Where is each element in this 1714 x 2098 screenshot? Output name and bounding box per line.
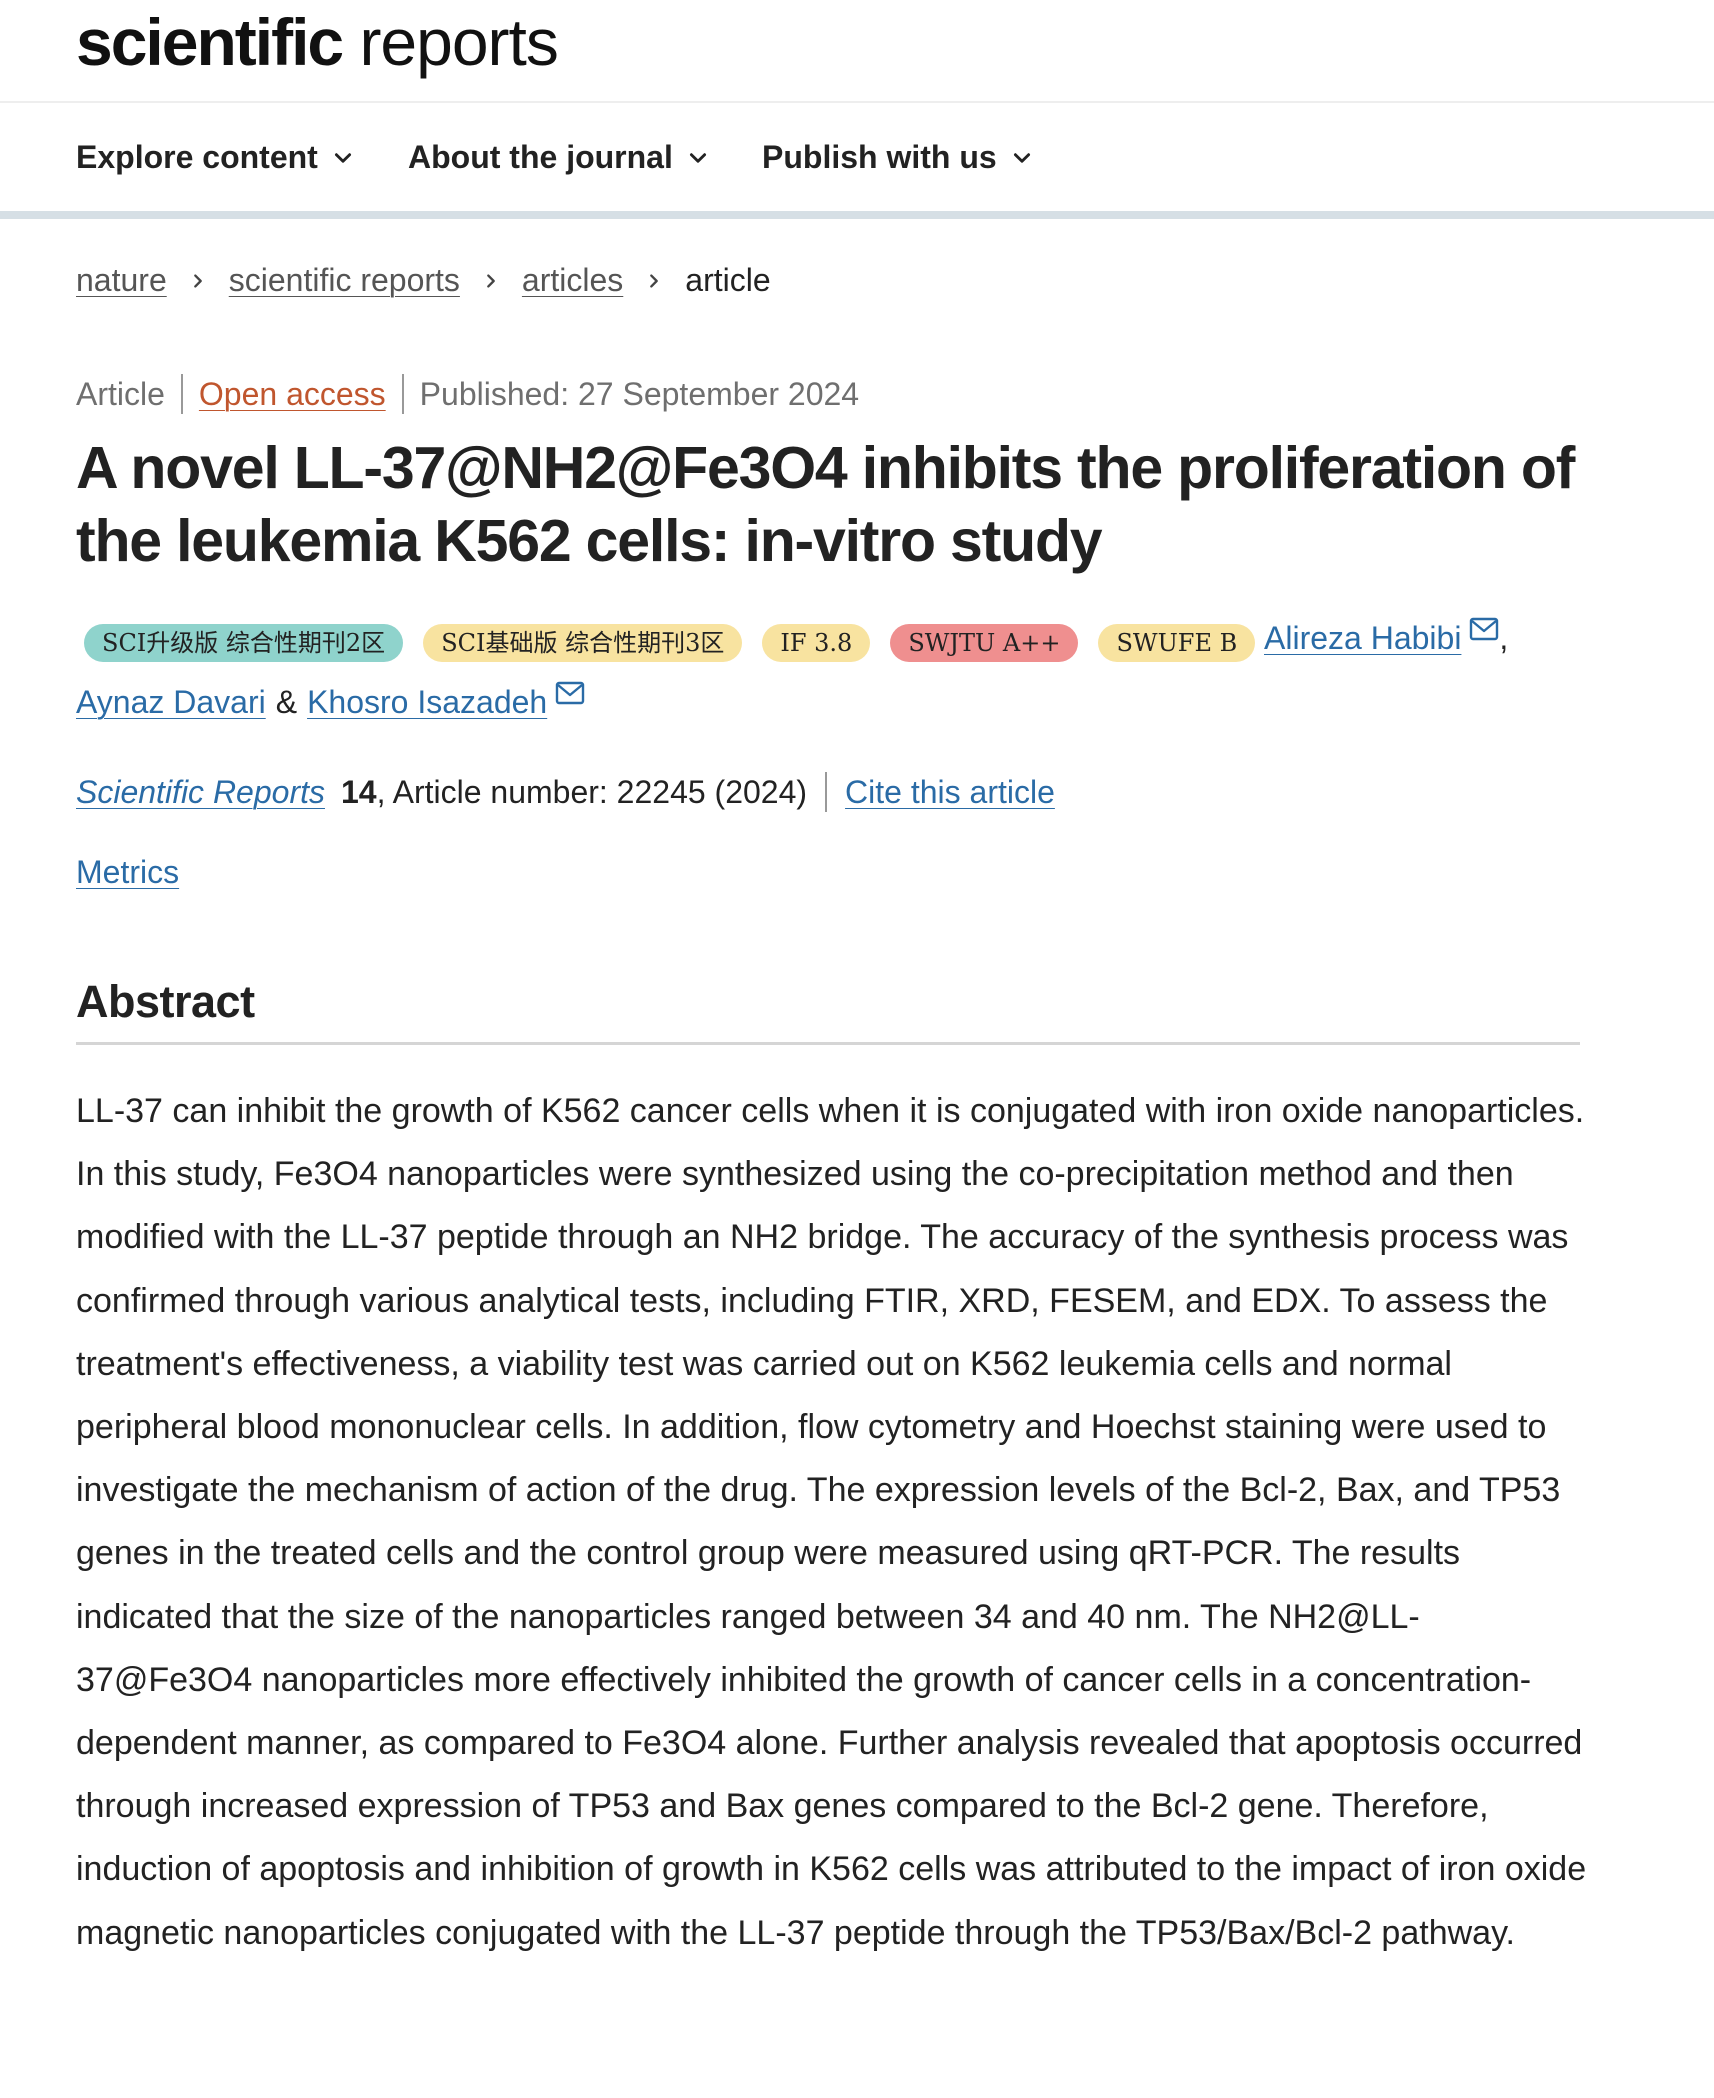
- badge-sci-basic: SCI基础版 综合性期刊3区: [423, 624, 743, 662]
- citation-line: Scientific Reports 14 , Article number: …: [76, 772, 1055, 812]
- open-access-link[interactable]: Open access: [199, 376, 386, 413]
- site-logo[interactable]: scientific reports: [76, 2, 559, 82]
- nav-about-journal[interactable]: About the journal: [408, 139, 709, 176]
- chevron-right-icon: [193, 273, 202, 288]
- author-alireza-habibi[interactable]: Alireza Habibi: [1264, 620, 1461, 657]
- mail-icon[interactable]: [555, 681, 585, 705]
- breadcrumb: nature scientific reports articles artic…: [76, 262, 771, 299]
- breadcrumb-scientific-reports[interactable]: scientific reports: [229, 262, 460, 299]
- cite-this-article-link[interactable]: Cite this article: [845, 774, 1055, 811]
- article-number: , Article number: 22245 (2024): [376, 773, 808, 810]
- author-aynaz-davari[interactable]: Aynaz Davari: [76, 684, 266, 721]
- article-meta: Article Open access Published: 27 Septem…: [76, 374, 859, 414]
- main-nav: Explore content About the journal Publis…: [0, 103, 1714, 219]
- meta-divider: [180, 374, 183, 414]
- citation-divider: [825, 772, 828, 812]
- authors-line: Aynaz Davari & Khosro Isazadeh: [76, 681, 585, 721]
- author-khosro-isazadeh[interactable]: Khosro Isazadeh: [307, 684, 547, 721]
- abstract-text: LL-37 can inhibit the growth of K562 can…: [76, 1092, 1587, 1952]
- badge-swjtu: SWJTU A++: [890, 624, 1079, 662]
- author-separator: ,: [1499, 620, 1509, 656]
- breadcrumb-nature[interactable]: nature: [76, 262, 167, 299]
- nav-publish-with-us[interactable]: Publish with us: [762, 139, 1033, 176]
- published-date: Published: 27 September 2024: [419, 375, 860, 412]
- logo-light-text: reports: [359, 5, 558, 79]
- nav-item-label: About the journal: [408, 139, 673, 175]
- breadcrumb-articles[interactable]: articles: [522, 262, 623, 299]
- chevron-down-icon: [334, 152, 351, 163]
- author-ampersand: &: [275, 684, 298, 720]
- journal-badges: SCI升级版 综合性期刊2区 SCI基础版 综合性期刊3区 IF 3.8 SWJ…: [84, 624, 1275, 662]
- abstract-heading: Abstract: [76, 976, 1580, 1045]
- logo-bold-text: scientific: [76, 5, 344, 79]
- metrics-link[interactable]: Metrics: [76, 854, 179, 891]
- article-type: Article: [76, 375, 165, 412]
- masthead: scientific reports: [0, 0, 1714, 103]
- nav-item-label: Publish with us: [762, 139, 997, 175]
- mail-icon[interactable]: [1469, 617, 1499, 641]
- volume-number: 14: [340, 773, 377, 810]
- chevron-right-icon: [650, 273, 659, 288]
- meta-divider: [401, 374, 404, 414]
- nav-explore-content[interactable]: Explore content: [76, 139, 354, 176]
- badge-swufe: SWUFE B: [1098, 624, 1256, 662]
- chevron-down-icon: [689, 152, 706, 163]
- chevron-down-icon: [1013, 152, 1030, 163]
- breadcrumb-current: article: [685, 262, 771, 298]
- chevron-right-icon: [487, 273, 495, 288]
- journal-link[interactable]: Scientific Reports: [76, 774, 325, 811]
- badge-sci-upgraded: SCI升级版 综合性期刊2区: [84, 624, 404, 662]
- article-title: A novel LL-37@NH2@Fe3O4 inhibits the pro…: [76, 435, 1575, 574]
- nav-item-label: Explore content: [76, 139, 318, 175]
- badge-impact-factor: IF 3.8: [762, 624, 871, 662]
- authors-line: Alireza Habibi ,: [1264, 617, 1509, 657]
